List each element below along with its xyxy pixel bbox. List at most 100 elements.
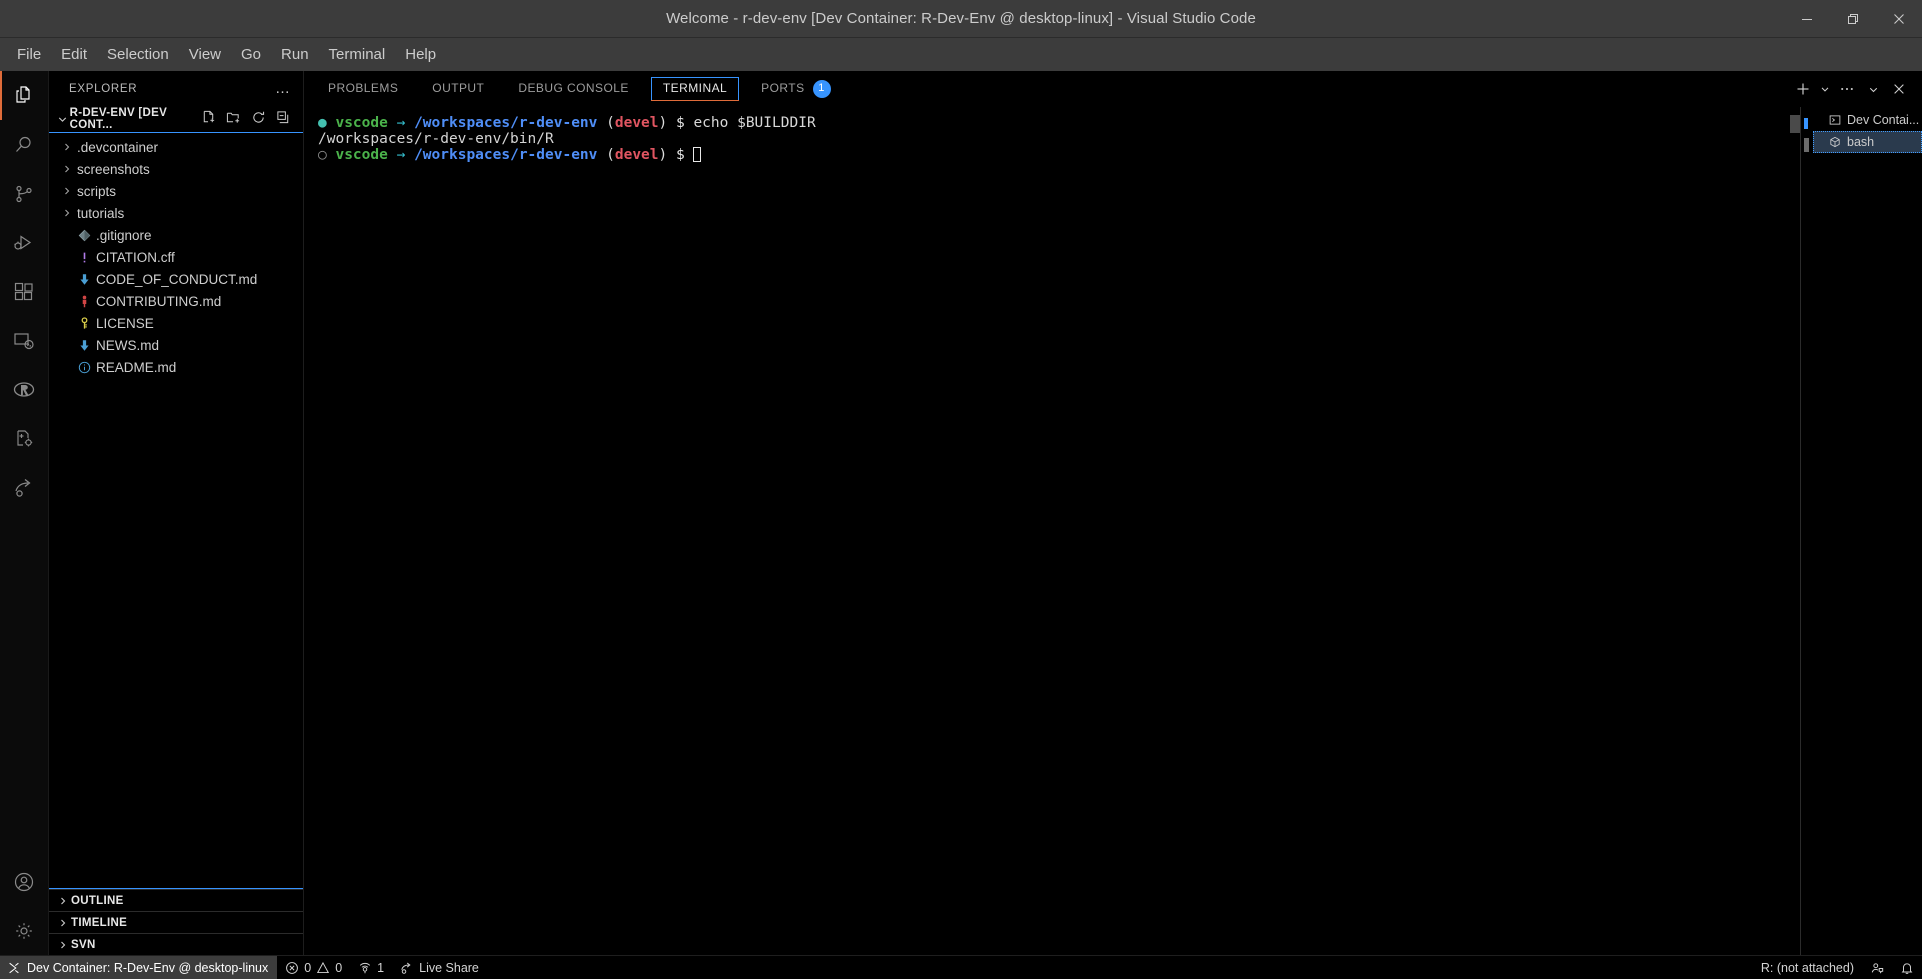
paren-close: ) xyxy=(658,115,668,131)
terminal-profile-chevron-down-icon[interactable] xyxy=(1816,76,1834,102)
tab-label: OUTPUT xyxy=(432,81,485,95)
activity-source-control-icon[interactable] xyxy=(0,169,49,218)
tree-row[interactable]: .devcontainer xyxy=(49,136,303,158)
activity-r-logo-icon[interactable] xyxy=(0,365,49,414)
title-bar: Welcome - r-dev-env [Dev Container: R-De… xyxy=(0,0,1922,38)
terminal-user: vscode xyxy=(335,115,388,131)
terminal-line: ● vscode → /workspaces/r-dev-env (devel)… xyxy=(318,115,1800,131)
terminal-path: /workspaces/r-dev-env xyxy=(414,115,598,131)
terminal-tab-dev-container[interactable]: Dev Contai... xyxy=(1813,109,1922,131)
refresh-icon[interactable] xyxy=(251,110,266,128)
close-panel-icon[interactable] xyxy=(1886,76,1912,102)
tab-label: DEBUG CONSOLE xyxy=(518,81,629,95)
menu-selection[interactable]: Selection xyxy=(98,43,178,66)
folder-name: R-DEV-ENV [DEV CONT... xyxy=(69,107,168,131)
status-feedback[interactable] xyxy=(1862,956,1892,979)
tree-row[interactable]: LICENSE xyxy=(49,312,303,334)
status-ports[interactable]: 1 xyxy=(350,956,392,979)
tree-item-label: scripts xyxy=(77,183,117,199)
file-tree[interactable]: .devcontainer screenshots scripts tutori… xyxy=(49,132,303,889)
activity-extensions-icon[interactable] xyxy=(0,267,49,316)
git-icon xyxy=(75,229,94,242)
status-notifications[interactable] xyxy=(1892,956,1922,979)
terminal-tab-list: Dev Contai... bash xyxy=(1800,107,1922,955)
new-terminal-plus-icon[interactable] xyxy=(1790,76,1816,102)
vscode-window: Welcome - r-dev-env [Dev Container: R-De… xyxy=(0,0,1922,979)
warning-count: 0 xyxy=(335,960,343,975)
sidebar-section-svn[interactable]: SVN xyxy=(49,933,303,955)
tree-row[interactable]: scripts xyxy=(49,180,303,202)
ports-icon xyxy=(358,961,372,975)
explorer-more-actions-icon[interactable]: … xyxy=(275,80,293,97)
error-count: 0 xyxy=(304,960,312,975)
terminal-output[interactable]: ● vscode → /workspaces/r-dev-env (devel)… xyxy=(304,107,1800,955)
minimize-icon[interactable] xyxy=(1784,0,1830,38)
panel-more-ellipsis-icon[interactable] xyxy=(1834,76,1860,102)
activity-container-gear-icon[interactable] xyxy=(0,414,49,463)
prompt-dollar: $ xyxy=(675,115,685,131)
tab-output[interactable]: OUTPUT xyxy=(420,77,496,101)
paren-open: ( xyxy=(606,115,615,131)
panel-body: ● vscode → /workspaces/r-dev-env (devel)… xyxy=(304,107,1922,955)
accounts-icon[interactable] xyxy=(0,857,49,906)
bell-icon xyxy=(1900,961,1914,975)
tree-row[interactable]: .gitignore xyxy=(49,224,303,246)
panel-maximize-chevron-down-icon[interactable] xyxy=(1860,76,1886,102)
chevron-right-icon xyxy=(55,895,71,907)
terminal-branch: devel xyxy=(614,147,659,164)
sidebar-section-timeline[interactable]: TIMELINE xyxy=(49,911,303,933)
menu-terminal[interactable]: Terminal xyxy=(320,43,395,66)
tree-item-label: .devcontainer xyxy=(77,139,159,155)
tab-ports[interactable]: PORTS 1 xyxy=(749,76,842,103)
status-live-share[interactable]: Live Share xyxy=(392,956,487,979)
status-r-session[interactable]: R: (not attached) xyxy=(1753,956,1862,979)
menu-run[interactable]: Run xyxy=(272,43,318,66)
activity-live-share-icon[interactable] xyxy=(0,463,49,512)
gear-icon[interactable] xyxy=(0,906,49,955)
window-controls xyxy=(1784,0,1922,38)
sidebar-section-outline[interactable]: OUTLINE xyxy=(49,889,303,911)
status-bar: Dev Container: R-Dev-Env @ desktop-linux… xyxy=(0,955,1922,979)
markdown-arrow-icon xyxy=(75,339,94,352)
status-remote-indicator[interactable]: Dev Container: R-Dev-Env @ desktop-linux xyxy=(0,955,278,979)
tab-problems[interactable]: PROBLEMS xyxy=(316,77,410,101)
menu-help[interactable]: Help xyxy=(396,43,445,66)
tree-row[interactable]: README.md xyxy=(49,356,303,378)
tab-terminal[interactable]: TERMINAL xyxy=(650,77,740,101)
tree-row[interactable]: NEWS.md xyxy=(49,334,303,356)
panel-tab-bar: PROBLEMS OUTPUT DEBUG CONSOLE TERMINAL P… xyxy=(304,71,1922,107)
tree-row[interactable]: screenshots xyxy=(49,158,303,180)
terminal-tab-scrollbar[interactable] xyxy=(1804,138,1809,152)
restore-icon[interactable] xyxy=(1830,0,1876,38)
tree-row[interactable]: CODE_OF_CONDUCT.md xyxy=(49,268,303,290)
terminal-arrow: → xyxy=(396,147,406,164)
collapse-all-icon[interactable] xyxy=(276,110,291,128)
folder-tree-header[interactable]: R-DEV-ENV [DEV CONT... xyxy=(49,106,303,132)
menu-view[interactable]: View xyxy=(180,43,230,66)
menu-bar: File Edit Selection View Go Run Terminal… xyxy=(0,38,1922,71)
sidebar-explorer: EXPLORER … R-DEV-ENV [DEV CONT... .devco… xyxy=(49,71,304,955)
ports-count: 1 xyxy=(377,960,385,975)
menu-go[interactable]: Go xyxy=(232,43,270,66)
new-file-icon[interactable] xyxy=(201,110,216,128)
new-folder-icon[interactable] xyxy=(226,110,241,128)
terminal-tab-bash[interactable]: bash xyxy=(1813,131,1922,153)
tab-debug-console[interactable]: DEBUG CONSOLE xyxy=(506,77,641,101)
live-share-icon xyxy=(400,961,414,975)
explorer-title-bar: EXPLORER … xyxy=(49,71,303,106)
tree-row[interactable]: CITATION.cff xyxy=(49,246,303,268)
tree-item-label: NEWS.md xyxy=(96,337,160,353)
menu-file[interactable]: File xyxy=(8,43,50,66)
activity-explorer-icon[interactable] xyxy=(0,71,49,120)
close-icon[interactable] xyxy=(1876,0,1922,38)
tree-row[interactable]: tutorials xyxy=(49,202,303,224)
activity-remote-explorer-icon[interactable] xyxy=(0,316,49,365)
terminal-scrollbar[interactable] xyxy=(1790,115,1800,133)
tree-row[interactable]: CONTRIBUTING.md xyxy=(49,290,303,312)
terminal-user: vscode xyxy=(335,147,388,164)
activity-run-debug-icon[interactable] xyxy=(0,218,49,267)
status-problems[interactable]: 0 0 xyxy=(277,956,350,979)
activity-search-icon[interactable] xyxy=(0,120,49,169)
menu-edit[interactable]: Edit xyxy=(52,43,96,66)
section-label: TIMELINE xyxy=(71,916,128,929)
